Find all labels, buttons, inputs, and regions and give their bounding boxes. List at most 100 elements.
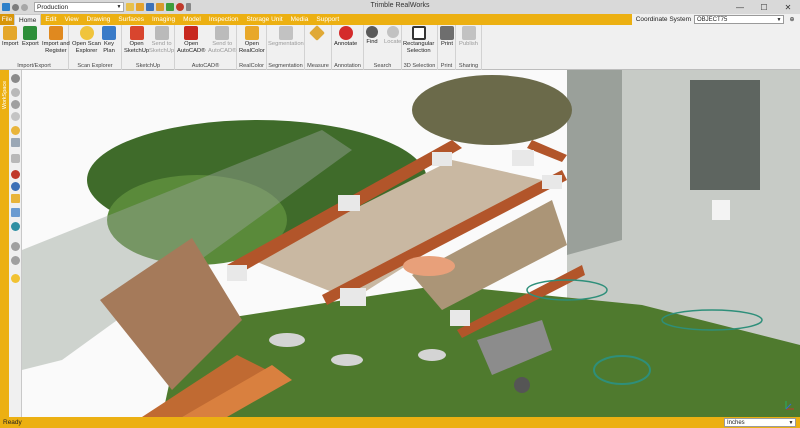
rotate-tool-icon[interactable] (11, 88, 20, 97)
send-autocad-button[interactable]: Send to AutoCAD® (208, 26, 236, 54)
tab-media[interactable]: Media (287, 14, 313, 25)
measure-icon (309, 25, 325, 41)
image-icon[interactable] (166, 3, 174, 11)
export-button[interactable]: Export (22, 26, 39, 48)
tab-view[interactable]: View (61, 14, 83, 25)
window (690, 80, 760, 190)
group-import-export: Import Export Import and Register Import… (0, 25, 70, 70)
import-register-label: Import and Register (42, 41, 70, 54)
sun-icon[interactable] (11, 274, 20, 283)
units-select[interactable]: Inches ▼ (724, 418, 796, 427)
coordinate-options-icon[interactable]: ⊕ (784, 16, 800, 23)
limit-box-icon[interactable] (11, 208, 20, 217)
open-autocad-label: Open AutoCAD® (177, 41, 206, 54)
group-label-sketchup: SketchUp (135, 63, 161, 69)
stepping-stone (418, 349, 446, 361)
3d-viewport[interactable] (22, 70, 800, 417)
pointer-tool-icon[interactable] (11, 74, 20, 83)
segmentation-button[interactable]: Segmentation (268, 26, 304, 48)
footing (542, 175, 562, 189)
footing (512, 150, 534, 166)
tab-imaging[interactable]: Imaging (148, 14, 179, 25)
open-icon[interactable] (136, 3, 144, 11)
view-toolbar (9, 70, 22, 417)
tab-storage-unit[interactable]: Storage Unit (243, 14, 287, 25)
open-scan-explorer-button[interactable]: Open Scan Explorer (72, 26, 101, 54)
camera-icon[interactable] (11, 182, 20, 191)
publish-icon (461, 26, 476, 40)
sketchup-icon (129, 26, 144, 40)
open-autocad-button[interactable]: Open AutoCAD® (177, 26, 205, 54)
send-autocad-icon (215, 26, 230, 40)
rectangular-selection-label: Rectangular Selection (403, 41, 435, 54)
maximize-button[interactable]: ☐ (752, 0, 776, 14)
workspace-panel-tab[interactable]: WorkSpace (0, 70, 9, 417)
open-scan-explorer-label: Open Scan Explorer (72, 41, 102, 54)
stepping-stone (269, 333, 305, 347)
locate-icon (386, 26, 399, 38)
folder-icon[interactable] (156, 3, 164, 11)
tab-drawing[interactable]: Drawing (83, 14, 115, 25)
project-select[interactable]: Production ▼ (34, 2, 124, 12)
group-label-search: Search (373, 63, 392, 69)
eye-icon[interactable] (11, 242, 20, 251)
close-button[interactable]: ✕ (776, 0, 800, 14)
import-button[interactable]: Import (2, 26, 18, 48)
coordinate-system-select[interactable]: OBJECT75 ▼ (694, 15, 784, 24)
customize-icon[interactable] (186, 3, 191, 11)
send-sketchup-button[interactable]: Send to SketchUp (149, 26, 174, 54)
group-measure: Measure (305, 25, 332, 70)
find-button[interactable]: Find (366, 26, 378, 46)
open-realcolor-button[interactable]: Open RealColor (239, 26, 265, 54)
target-icon[interactable] (11, 256, 20, 265)
print-label: Print (441, 41, 453, 47)
pan-tool-icon[interactable] (11, 100, 20, 109)
group-search: Find Locate Search (364, 25, 402, 70)
tab-edit[interactable]: Edit (41, 14, 60, 25)
redo-icon[interactable] (21, 3, 28, 11)
measure-button[interactable] (309, 25, 325, 41)
import-icon (3, 26, 18, 40)
tab-model[interactable]: Model (179, 14, 205, 25)
group-print: Print Print (438, 25, 456, 70)
cube-view-icon[interactable] (11, 138, 20, 147)
segmentation-icon (278, 26, 293, 40)
units-value: Inches (727, 419, 745, 426)
save-icon[interactable] (146, 3, 154, 11)
warning-icon[interactable] (11, 194, 20, 203)
tab-inspection[interactable]: Inspection (205, 14, 243, 25)
tab-home[interactable]: Home (14, 14, 42, 25)
tab-support[interactable]: Support (312, 14, 343, 25)
zoom-tool-icon[interactable] (11, 112, 20, 121)
export-icon (23, 26, 38, 40)
light-tool-icon[interactable] (11, 126, 20, 135)
group-segmentation: Segmentation Segmentation (267, 25, 305, 70)
key-plan-label: Key Plan (103, 41, 115, 54)
print-button[interactable]: Print (440, 26, 454, 48)
scan-explorer-icon (79, 26, 94, 40)
open-sketchup-label: Open SketchUp (124, 41, 150, 54)
minimize-button[interactable]: — (728, 0, 752, 14)
cylinder-view-icon[interactable] (11, 154, 20, 163)
undo-icon[interactable] (12, 3, 19, 11)
publish-button[interactable]: Publish (459, 26, 478, 48)
new-icon[interactable] (126, 3, 134, 11)
tab-surfaces[interactable]: Surfaces (114, 14, 148, 25)
group-scan-explorer: Open Scan Explorer Key Plan Scan Explore… (69, 25, 122, 70)
section-icon[interactable] (11, 222, 20, 231)
locate-button[interactable]: Locate (384, 26, 401, 46)
group-label-segmentation: Segmentation (268, 63, 303, 69)
open-realcolor-label: Open RealColor (239, 41, 265, 54)
tree-branches (412, 75, 572, 145)
stepping-stone (331, 354, 363, 366)
open-sketchup-button[interactable]: Open SketchUp (124, 26, 149, 54)
color-mode-icon[interactable] (11, 170, 20, 179)
annotate-button[interactable]: Annotate (334, 26, 357, 48)
key-plan-button[interactable]: Key Plan (102, 26, 116, 54)
annotate-label: Annotate (334, 41, 358, 47)
import-register-button[interactable]: Import and Register (42, 26, 70, 54)
import-register-icon (48, 26, 63, 40)
rectangular-selection-button[interactable]: Rectangular Selection (403, 26, 434, 54)
file-tab[interactable]: File (0, 14, 14, 25)
settings-icon[interactable] (176, 3, 184, 11)
